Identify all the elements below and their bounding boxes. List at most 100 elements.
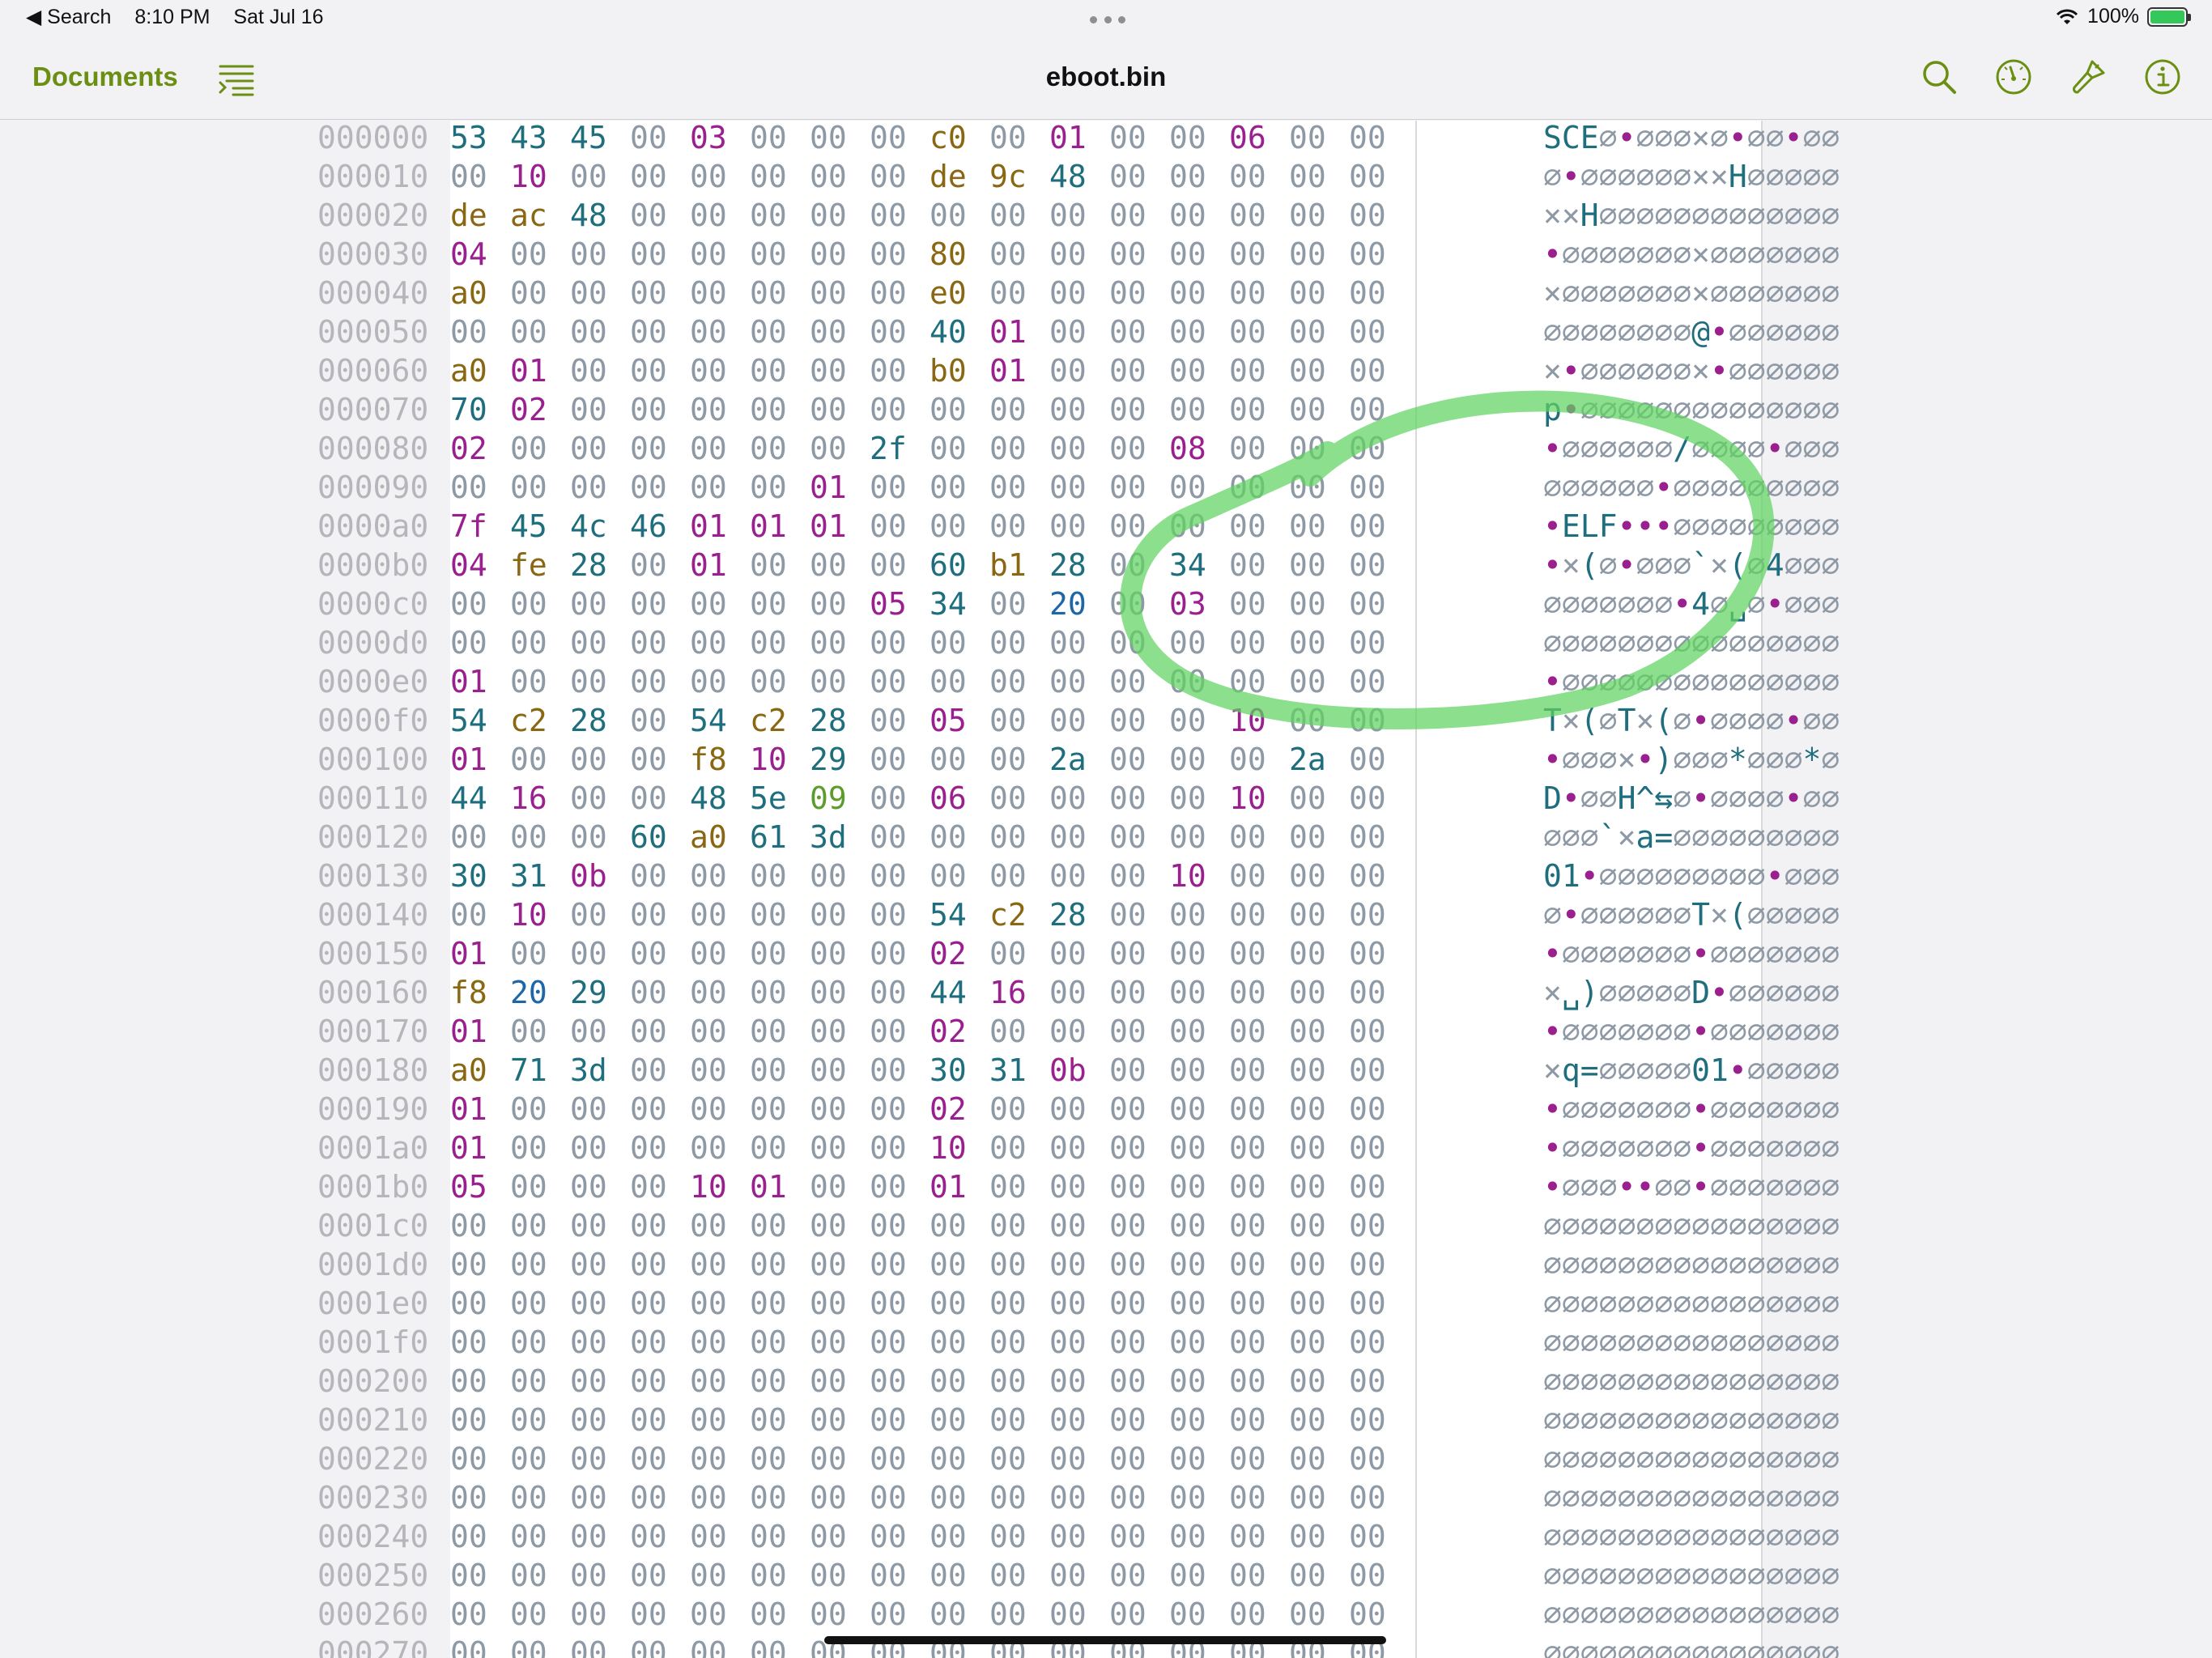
hex-byte[interactable]: 00 bbox=[1349, 1401, 1409, 1439]
hex-byte[interactable]: 00 bbox=[690, 468, 750, 507]
hex-byte[interactable]: 00 bbox=[989, 507, 1049, 546]
hex-bytes[interactable]: 01 00 00 00 00 00 00 00 02 00 00 00 00 00 00 00 bbox=[450, 1090, 1543, 1129]
ascii-text[interactable]: ∅∅∅∅∅∅∅•4∅␣∅•∅∅∅ bbox=[1543, 585, 1840, 623]
hex-byte[interactable]: 00 bbox=[1289, 779, 1349, 818]
hex-byte[interactable]: 00 bbox=[750, 857, 810, 895]
hex-byte[interactable]: 00 bbox=[810, 1478, 870, 1517]
hex-byte[interactable]: 00 bbox=[1229, 157, 1289, 196]
hex-byte[interactable]: de bbox=[450, 196, 510, 235]
hex-byte[interactable]: ac bbox=[510, 196, 570, 235]
hex-byte[interactable]: 00 bbox=[1229, 546, 1289, 585]
hex-byte[interactable]: 00 bbox=[750, 1439, 810, 1478]
hex-byte[interactable]: 00 bbox=[1349, 1245, 1409, 1284]
hex-byte[interactable]: 00 bbox=[570, 662, 630, 701]
hex-byte[interactable]: 00 bbox=[1229, 235, 1289, 274]
ascii-text[interactable]: 01•∅∅∅∅∅∅∅∅∅•∅∅∅ bbox=[1543, 857, 1840, 895]
search-icon[interactable] bbox=[1919, 57, 1959, 97]
hex-byte[interactable]: 00 bbox=[630, 1478, 690, 1517]
hex-byte[interactable]: 4c bbox=[570, 507, 630, 546]
hex-byte[interactable]: 00 bbox=[929, 196, 989, 235]
hex-bytes[interactable]: 00 10 00 00 00 00 00 00 54 c2 28 00 00 00 00 00 bbox=[450, 895, 1543, 934]
hex-byte[interactable]: 00 bbox=[510, 1167, 570, 1206]
hex-byte[interactable]: 00 bbox=[1049, 1439, 1109, 1478]
hex-byte[interactable]: 00 bbox=[1169, 235, 1229, 274]
hex-byte[interactable]: 00 bbox=[810, 235, 870, 274]
hex-byte[interactable]: 00 bbox=[750, 1206, 810, 1245]
hex-byte[interactable]: 00 bbox=[510, 740, 570, 779]
hex-byte[interactable]: 00 bbox=[1229, 1556, 1289, 1595]
ascii-text[interactable]: ×q=∅∅∅∅∅01•∅∅∅∅∅ bbox=[1543, 1051, 1840, 1090]
hex-byte[interactable]: 00 bbox=[1049, 1323, 1109, 1362]
hex-byte[interactable]: 00 bbox=[1049, 1284, 1109, 1323]
hex-byte[interactable]: 00 bbox=[750, 429, 810, 468]
hex-row[interactable]: 0001f0 00 00 00 00 00 00 00 00 00 00 00 00 00 00 00 00 ∅∅… bbox=[317, 1323, 1840, 1362]
hex-byte[interactable]: 10 bbox=[1229, 701, 1289, 740]
hex-byte[interactable]: 34 bbox=[929, 585, 989, 623]
hex-byte[interactable]: 00 bbox=[1109, 857, 1169, 895]
hex-byte[interactable]: 00 bbox=[870, 623, 929, 662]
hex-byte[interactable]: 00 bbox=[870, 196, 929, 235]
hex-byte[interactable]: 00 bbox=[690, 1634, 750, 1658]
hex-byte[interactable]: 00 bbox=[570, 312, 630, 351]
hex-byte[interactable]: 00 bbox=[750, 1012, 810, 1051]
hex-bytes[interactable]: 00 00 00 00 00 00 00 05 34 00 20 00 03 00 00 00 bbox=[450, 585, 1543, 623]
hex-byte[interactable]: 00 bbox=[929, 1401, 989, 1439]
hex-byte[interactable]: 00 bbox=[1169, 973, 1229, 1012]
hex-byte[interactable]: 29 bbox=[810, 740, 870, 779]
hex-bytes[interactable]: 01 00 00 00 00 00 00 00 02 00 00 00 00 00 00 00 bbox=[450, 1012, 1543, 1051]
hex-byte[interactable]: 00 bbox=[1109, 1595, 1169, 1634]
hex-byte[interactable]: 00 bbox=[630, 779, 690, 818]
hex-byte[interactable]: 00 bbox=[690, 1051, 750, 1090]
hex-byte[interactable]: 00 bbox=[630, 157, 690, 196]
hex-byte[interactable]: 00 bbox=[1169, 1206, 1229, 1245]
hex-byte[interactable]: 00 bbox=[750, 973, 810, 1012]
hex-byte[interactable]: 0b bbox=[570, 857, 630, 895]
hex-byte[interactable]: 00 bbox=[1109, 1245, 1169, 1284]
hex-row[interactable]: 000110 44 16 00 00 48 5e 09 00 06 00 00 00 00 10 00 00 D•… bbox=[317, 779, 1840, 818]
ascii-text[interactable]: T×(∅T×(∅•∅∅∅∅•∅∅ bbox=[1543, 701, 1840, 740]
hex-byte[interactable]: 00 bbox=[1229, 196, 1289, 235]
hex-row[interactable]: 000090 00 00 00 00 00 00 01 00 00 00 00 00 00 00 00 00 ∅∅… bbox=[317, 468, 1840, 507]
hex-byte[interactable]: 00 bbox=[510, 429, 570, 468]
hex-byte[interactable]: 30 bbox=[450, 857, 510, 895]
hex-byte[interactable]: 10 bbox=[929, 1129, 989, 1167]
ascii-text[interactable]: •∅∅∅∅∅∅/∅∅∅∅•∅∅∅ bbox=[1543, 429, 1840, 468]
hex-byte[interactable]: 00 bbox=[1109, 312, 1169, 351]
ascii-text[interactable]: •∅∅∅••∅∅•∅∅∅∅∅∅∅ bbox=[1543, 1167, 1840, 1206]
hex-byte[interactable]: 00 bbox=[1229, 934, 1289, 973]
hex-byte[interactable]: 00 bbox=[690, 973, 750, 1012]
hex-byte[interactable]: 00 bbox=[1289, 157, 1349, 196]
hex-byte[interactable]: 00 bbox=[1229, 585, 1289, 623]
hex-byte[interactable]: 00 bbox=[929, 1284, 989, 1323]
hex-byte[interactable]: 00 bbox=[570, 351, 630, 390]
hex-byte[interactable]: 00 bbox=[630, 1401, 690, 1439]
hex-byte[interactable]: 00 bbox=[1049, 1129, 1109, 1167]
hex-byte[interactable]: 00 bbox=[450, 1634, 510, 1658]
ascii-text[interactable]: •×(∅•∅∅∅`×(∅4∅∅∅ bbox=[1543, 546, 1840, 585]
hex-byte[interactable]: 60 bbox=[929, 546, 989, 585]
hex-byte[interactable]: 00 bbox=[1049, 1517, 1109, 1556]
hex-bytes[interactable]: 00 00 00 00 00 00 00 00 00 00 00 00 00 00 00 00 bbox=[450, 1401, 1543, 1439]
hex-byte[interactable]: 00 bbox=[690, 312, 750, 351]
hex-byte[interactable]: 00 bbox=[630, 1245, 690, 1284]
hex-byte[interactable]: 00 bbox=[810, 973, 870, 1012]
hex-byte[interactable]: 00 bbox=[929, 1245, 989, 1284]
hex-byte[interactable]: 00 bbox=[870, 1439, 929, 1478]
hex-row[interactable]: 000060 a0 01 00 00 00 00 00 00 b0 01 00 00 00 00 00 00 ×•… bbox=[317, 351, 1840, 390]
hex-bytes[interactable]: 00 00 00 00 00 00 00 00 00 00 00 00 00 00 00 00 bbox=[450, 1323, 1543, 1362]
hex-byte[interactable]: 00 bbox=[1049, 857, 1109, 895]
hex-row[interactable]: 000030 04 00 00 00 00 00 00 00 80 00 00 00 00 00 00 00 •∅… bbox=[317, 235, 1840, 274]
hex-byte[interactable]: 00 bbox=[1109, 1517, 1169, 1556]
ascii-text[interactable]: ××H∅∅∅∅∅∅∅∅∅∅∅∅∅ bbox=[1543, 196, 1840, 235]
hex-byte[interactable]: 00 bbox=[1169, 121, 1229, 157]
hex-byte[interactable]: 00 bbox=[1349, 818, 1409, 857]
hex-bytes[interactable]: f8 20 29 00 00 00 00 00 44 16 00 00 00 00 00 00 bbox=[450, 973, 1543, 1012]
hex-byte[interactable]: 00 bbox=[1289, 1439, 1349, 1478]
hex-byte[interactable]: 00 bbox=[570, 1517, 630, 1556]
hex-byte[interactable]: 01 bbox=[1049, 121, 1109, 157]
hex-byte[interactable]: 00 bbox=[810, 1595, 870, 1634]
hex-byte[interactable]: 43 bbox=[510, 121, 570, 157]
hex-byte[interactable]: 00 bbox=[870, 274, 929, 312]
hex-byte[interactable]: 00 bbox=[989, 1090, 1049, 1129]
hex-row[interactable]: 0000c0 00 00 00 00 00 00 00 05 34 00 20 00 03 00 00 00 ∅∅… bbox=[317, 585, 1840, 623]
